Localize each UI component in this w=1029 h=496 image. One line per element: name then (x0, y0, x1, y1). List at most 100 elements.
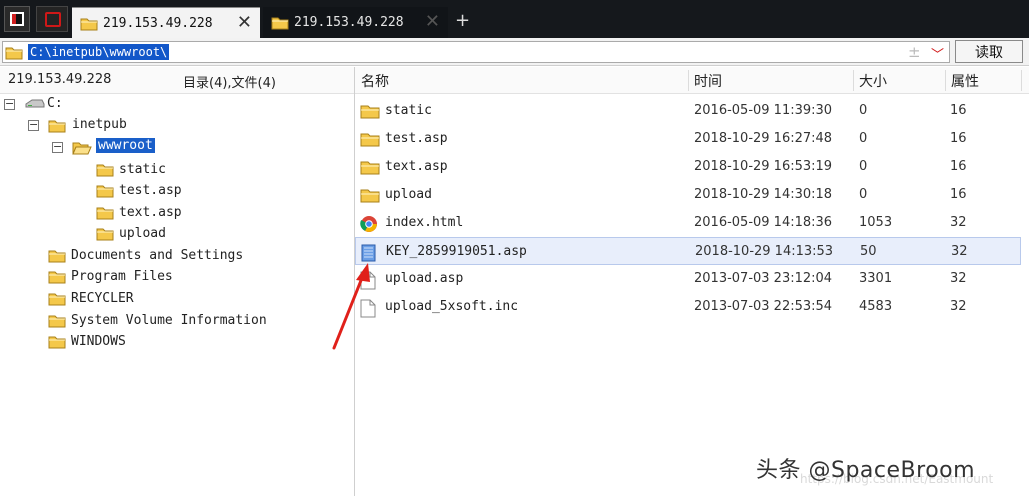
file-row[interactable]: upload_5xsoft.inc 2013-07-03 22:53:54 45… (355, 293, 1021, 321)
file-row[interactable]: upload 2018-10-29 14:30:18 0 16 (355, 181, 1021, 209)
file-name: KEY_2859919051.asp (386, 244, 527, 259)
close-icon[interactable]: ✕ (237, 12, 252, 33)
file-time: 2013-07-03 23:12:04 (694, 271, 833, 286)
chrome-icon (360, 216, 377, 232)
file-attr: 16 (950, 103, 967, 118)
folder-icon (271, 17, 289, 30)
tree-header: 219.153.49.228 目录(4),文件(4) (0, 67, 354, 94)
tree-label: C: (47, 96, 63, 111)
file-name: static (385, 103, 432, 118)
file-row[interactable]: test.asp 2018-10-29 16:27:48 0 16 (355, 125, 1021, 153)
file-row-selected[interactable]: KEY_2859919051.asp 2018-10-29 14:13:53 5… (355, 237, 1021, 265)
file-row[interactable]: index.html 2016-05-09 14:18:36 1053 32 (355, 209, 1021, 237)
path-field[interactable]: C:\inetpub\wwwroot\ ± ﹀ (2, 41, 950, 63)
path-bar: C:\inetpub\wwwroot\ ± ﹀ 读取 (0, 38, 1029, 66)
tree-label: test.asp (119, 183, 182, 198)
folder-icon (360, 105, 380, 119)
file-name: index.html (385, 215, 464, 230)
tab-label: 219.153.49.228 (294, 15, 404, 30)
file-row[interactable]: upload.asp 2013-07-03 23:12:04 3301 32 (355, 265, 1021, 293)
folder-icon (80, 18, 98, 30)
path-input[interactable]: C:\inetpub\wwwroot\ (28, 44, 170, 60)
file-attr: 16 (950, 187, 967, 202)
file-size: 3301 (859, 271, 893, 286)
file-list: static 2016-05-09 11:39:30 0 16 test.asp… (355, 95, 1029, 496)
file-size: 0 (859, 187, 868, 202)
column-name[interactable]: 名称 (361, 71, 389, 91)
file-name: upload_5xsoft.inc (385, 299, 519, 314)
folder-icon (48, 315, 66, 328)
annotation-arrow (332, 263, 370, 350)
folder-icon (5, 47, 23, 60)
file-time: 2016-05-09 14:18:36 (694, 215, 833, 230)
tree-label: upload (119, 226, 166, 241)
host-label: 219.153.49.228 (8, 72, 112, 87)
tree-node-upload[interactable]: upload (96, 223, 166, 244)
file-name: test.asp (385, 131, 448, 146)
folder-icon (360, 161, 380, 175)
folder-tree: − C: − inetpub − wwwroot static test.asp… (0, 94, 354, 496)
tree-label: static (119, 162, 166, 177)
file-time: 2018-10-29 14:13:53 (695, 244, 834, 259)
folder-icon (96, 185, 114, 198)
file-time: 2013-07-03 22:53:54 (694, 299, 833, 314)
file-time: 2018-10-29 16:27:48 (694, 131, 833, 146)
file-name: text.asp (385, 159, 448, 174)
tree-label: wwwroot (96, 138, 155, 153)
tree-node-program-files[interactable]: Program Files (48, 266, 173, 287)
tree-label: Program Files (71, 269, 173, 284)
file-size: 0 (859, 131, 868, 146)
folder-icon (96, 228, 114, 241)
tree-label: inetpub (72, 117, 127, 132)
folder-icon (48, 336, 66, 349)
collapse-icon[interactable]: − (52, 141, 63, 153)
folder-icon (96, 164, 114, 177)
record-icon[interactable] (36, 6, 68, 32)
tree-node-documents-and-settings[interactable]: Documents and Settings (48, 245, 243, 266)
file-attr: 16 (950, 159, 967, 174)
file-attr: 32 (950, 299, 967, 314)
file-size: 0 (859, 159, 868, 174)
file-row[interactable]: static 2016-05-09 11:39:30 0 16 (355, 97, 1021, 125)
tree-label: System Volume Information (71, 313, 267, 328)
file-time: 2018-10-29 14:30:18 (694, 187, 833, 202)
tree-node-text-asp[interactable]: text.asp (96, 202, 182, 223)
new-tab-button[interactable]: + (455, 10, 470, 31)
tree-node-system-volume-information[interactable]: System Volume Information (48, 310, 267, 331)
file-attr: 16 (950, 131, 967, 146)
close-icon[interactable]: ✕ (425, 11, 440, 32)
read-button[interactable]: 读取 (955, 40, 1023, 63)
file-name: upload.asp (385, 271, 464, 286)
collapse-icon[interactable]: − (28, 119, 39, 131)
tab-active[interactable]: 219.153.49.228 ✕ (72, 7, 260, 38)
tab-bar: 219.153.49.228 ✕ 219.153.49.228 ✕ + (0, 0, 1029, 38)
chevron-down-icon[interactable]: ﹀ (931, 44, 944, 63)
tree-label: WINDOWS (71, 334, 126, 349)
column-attr[interactable]: 属性 (951, 71, 979, 91)
tab-inactive[interactable]: 219.153.49.228 ✕ (263, 7, 448, 38)
file-size: 1053 (859, 215, 893, 230)
tree-node-test-asp[interactable]: test.asp (96, 180, 182, 201)
column-size[interactable]: 大小 (859, 71, 887, 91)
item-count: 目录(4),文件(4) (183, 76, 276, 91)
tree-node-windows[interactable]: WINDOWS (48, 331, 126, 352)
watermark: 头条 @SpaceBroom (756, 458, 976, 483)
app-menu-icon[interactable] (4, 6, 30, 32)
collapse-icon[interactable]: − (4, 98, 15, 110)
tree-node-recycler[interactable]: RECYCLER (48, 288, 134, 309)
file-attr: 32 (950, 271, 967, 286)
folder-icon (360, 189, 380, 203)
folder-icon (360, 133, 380, 147)
file-row[interactable]: text.asp 2018-10-29 16:53:19 0 16 (355, 153, 1021, 181)
tree-label: text.asp (119, 205, 182, 220)
column-time[interactable]: 时间 (694, 71, 722, 91)
file-name: upload (385, 187, 432, 202)
tree-node-static[interactable]: static (96, 159, 166, 180)
folder-icon (48, 271, 66, 284)
tree-label: RECYCLER (71, 291, 134, 306)
file-size: 0 (859, 103, 868, 118)
file-attr: 32 (950, 215, 967, 230)
file-attr: 32 (951, 244, 968, 259)
tab-label: 219.153.49.228 (103, 15, 213, 31)
plus-minus-icon[interactable]: ± (908, 43, 921, 61)
